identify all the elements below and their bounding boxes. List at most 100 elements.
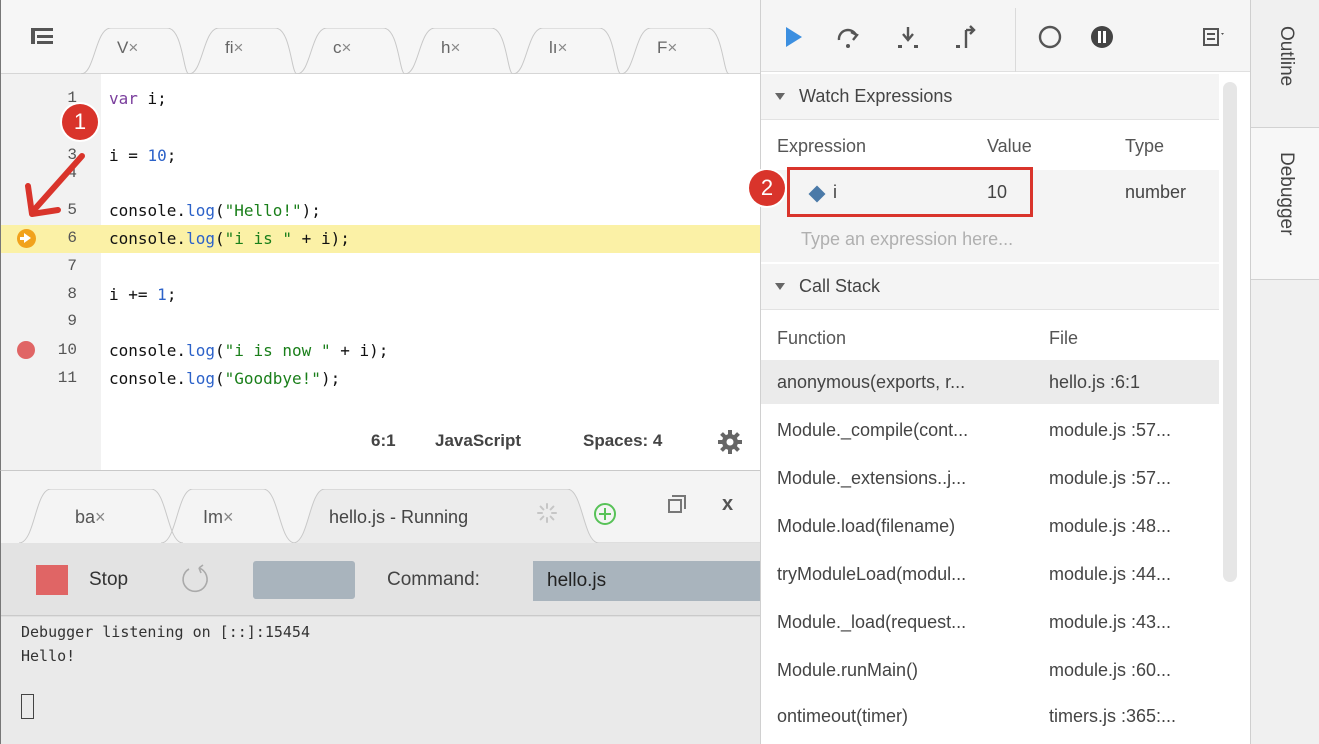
call-stack-header[interactable]: Call Stack [761,264,1219,310]
tab-close-icon[interactable]: × [558,38,568,57]
panel-menu-icon[interactable] [1201,24,1227,50]
command-label: Command: [387,569,480,590]
editor-tab[interactable]: F× [621,28,729,74]
call-stack-row[interactable]: Module._extensions..j... module.js :57..… [761,456,1219,500]
collapse-triangle-icon [775,93,785,100]
ide-window: V× fi× c× h× lı× F× 1 3 4 5 6 7 8 9 10 1… [0,0,1319,744]
step-over-icon[interactable] [835,24,861,50]
console-cursor [21,694,34,719]
call-stack-row[interactable]: Module.load(filename) module.js :48... [761,504,1219,548]
popout-icon[interactable] [668,495,686,513]
breakpoint-icon[interactable] [17,341,35,359]
resume-icon[interactable] [781,24,807,50]
debugger-panel: Watch Expressions Expression Value Type … [760,0,1251,744]
language-mode[interactable]: JavaScript [435,431,521,451]
tab-label: F [657,38,668,57]
command-input[interactable] [533,561,761,601]
tab-label: Im [203,507,223,527]
call-stack-row-selected[interactable]: anonymous(exports, r... hello.js :6:1 [761,360,1219,404]
tab-label: ba [75,507,96,527]
watch-expression-input[interactable] [801,224,1201,254]
tab-close-icon[interactable]: × [450,38,460,57]
close-panel-icon[interactable]: x [722,493,733,516]
file-menu-icon[interactable] [31,28,53,46]
column-header-file: File [1049,328,1079,348]
code-line: console.log("Hello!"); [109,201,321,220]
line-number: 9 [67,312,77,330]
editor-tab[interactable]: c× [297,28,405,74]
pause-on-exceptions-icon[interactable] [1089,24,1115,50]
editor-tab[interactable]: V× [81,28,189,74]
editor-tab[interactable]: fi× [189,28,297,74]
code-line: console.log("i is now " + i); [109,341,389,360]
restart-icon[interactable] [179,563,211,595]
indent-setting[interactable]: Spaces: 4 [583,431,662,451]
stack-file: timers.js :365:... [1049,706,1177,726]
editor-tab[interactable]: h× [405,28,513,74]
code-line: console.log("Goodbye!"); [109,369,341,388]
column-header-type: Type [1125,136,1165,156]
stack-function: Module._load(request... [777,612,967,632]
call-stack-row[interactable]: Module.runMain() module.js :60... [761,648,1219,692]
code-line: var i; [109,89,167,108]
stack-file: module.js :60... [1049,660,1172,680]
add-watch-row [761,216,1219,262]
runner-select-button[interactable] [253,561,355,599]
column-header-function: Function [777,328,847,348]
stack-function: ontimeout(timer) [777,706,909,726]
code-line-current: console.log("i is " + i); [109,229,350,248]
collapse-triangle-icon [775,283,785,290]
call-stack-row[interactable]: Module._load(request... module.js :43... [761,600,1219,644]
stop-button[interactable]: Stop [89,569,128,591]
stack-function: Module.runMain() [777,660,919,680]
execution-pointer-icon [17,229,36,248]
tab-close-icon[interactable]: × [223,507,234,527]
console-output[interactable]: Debugger listening on [::]:15454 Hello! [1,617,761,744]
call-stack-row[interactable]: tryModuleLoad(modul... module.js :44... [761,552,1219,596]
gear-icon[interactable] [718,430,742,454]
run-tab-active[interactable]: hello.js - Running [321,489,571,543]
tab-close-icon[interactable]: × [667,38,677,57]
code-line: i = 10; [109,146,177,165]
tab-close-icon[interactable]: × [128,38,138,57]
deactivate-breakpoints-icon[interactable] [1037,24,1063,50]
tab-label: Outline [1276,26,1297,87]
stop-icon[interactable] [36,565,68,595]
cursor-position[interactable]: 6:1 [371,431,396,451]
side-panel-tabs: Outline Debugger [1250,0,1319,744]
run-tab[interactable]: ba× [51,489,161,543]
line-number: 11 [57,369,77,387]
line-number: 7 [67,257,77,275]
code-line: i += 1; [109,285,177,304]
line-number: 8 [67,285,77,303]
editor-tab[interactable]: lı× [513,28,621,74]
annotation-badge: 1 [62,104,98,140]
call-stack-row[interactable]: ontimeout(timer) timers.js :365:... [761,694,1219,738]
tab-close-icon[interactable]: × [234,38,244,57]
tab-outline[interactable]: Outline [1251,0,1319,128]
tab-close-icon[interactable]: × [95,507,106,527]
run-tab[interactable]: Im× [191,489,291,543]
stack-file: module.js :43... [1049,612,1172,632]
run-toolbar: Stop Command: [1,543,761,616]
tab-debugger[interactable]: Debugger [1251,128,1319,280]
watch-expressions-header[interactable]: Watch Expressions [761,74,1219,120]
stack-file: module.js :57... [1049,468,1172,488]
stack-file: module.js :57... [1049,420,1172,440]
stack-function: Module._extensions..j... [777,468,967,488]
section-title: Watch Expressions [799,86,953,106]
call-stack-row[interactable]: Module._compile(cont... module.js :57... [761,408,1219,452]
toolbar-divider [1015,8,1016,72]
console-line: Debugger listening on [::]:15454 [21,623,310,641]
stack-function: tryModuleLoad(modul... [777,564,967,584]
step-into-icon[interactable] [895,24,921,50]
debugger-scrollbar[interactable] [1223,82,1237,582]
run-tab-bar: ba× Im× hello.js - Running x [1,471,761,543]
stack-function: Module._compile(cont... [777,420,969,440]
step-out-icon[interactable] [953,24,979,50]
run-panel: ba× Im× hello.js - Running x Stop Comman… [0,470,761,744]
tab-close-icon[interactable]: × [342,38,352,57]
code-area[interactable] [101,74,761,470]
add-tab-icon[interactable] [594,503,616,525]
line-number: 6 [67,229,77,247]
